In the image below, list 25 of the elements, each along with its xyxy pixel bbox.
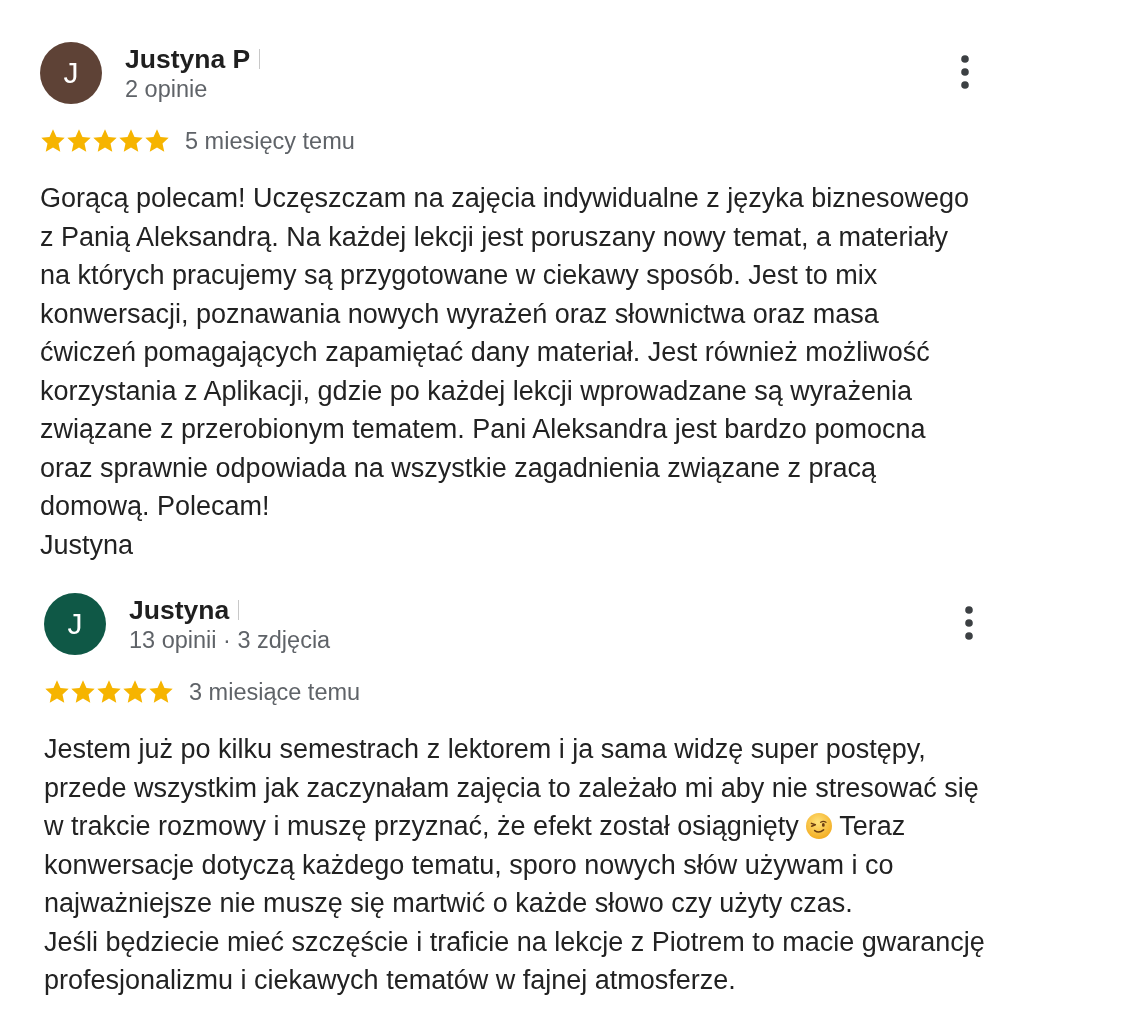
reviewer-stats: 2 opinie bbox=[125, 74, 209, 103]
star-icon bbox=[44, 679, 70, 705]
star-icon bbox=[96, 679, 122, 705]
review-text: Justyna bbox=[40, 528, 135, 562]
star-icon bbox=[148, 679, 174, 705]
star-icon bbox=[70, 679, 96, 705]
vertical-dots-icon bbox=[961, 55, 969, 89]
star-icon bbox=[40, 128, 66, 154]
star-icon bbox=[92, 128, 118, 154]
reviewer-name[interactable]: Justyna bbox=[129, 594, 230, 625]
star-icon bbox=[66, 128, 92, 154]
star-icon bbox=[118, 128, 144, 154]
avatar: J bbox=[44, 593, 106, 655]
avatar: J bbox=[40, 42, 102, 104]
review-text: Gorącą polecam! Uczęszczam na zajęcia indywidualne z języka biznesowego z Panią Aleksandrą. Na każdej lekcji jest poruszany nowy temat, a materiały na których pracujemy są przygotowane w ciekawy sposób. Jest to mix konwersacji, poznawania nowych wyrażeń oraz słownictwa oraz masa ćwiczeń pomagających zapamiętać dany materiał. Jest również możliwość korzystania z Aplikacji, gdzie po każdej lekcji wprowadzane są wyrażenia związane z przerobionym tematem. Pani Aleksandra jest bardzo pomocna oraz sprawnie odpowiada na wszystkie zagadnienia związane z pracą domową. Polecam! bbox=[40, 182, 970, 523]
review-text: Jestem już po kilku semestrach z lektorem i ja sama widzę super postępy, przede wszystkim jak zaczynałam zajęcia to zależało mi aby nie stresować się w trakcie rozmowy i muszę przyznać, że efekt został osiągnięty Teraz konwersacje dotyczą każdego tematu, sporo nowych słów używam i co najważniejsze nie muszę się martwić o każde słowo czy użyty czas. bbox=[44, 733, 980, 920]
review-text: Jeśli będziecie mieć szczęście i traficie na lekcje z Piotrem to macie gwarancję profesjonalizmu i ciekawych tematów w fajnej atmosferze. bbox=[44, 925, 985, 997]
review-date: 5 miesięcy temu bbox=[185, 127, 355, 155]
reviewer-name[interactable]: Justyna P bbox=[125, 43, 251, 74]
vertical-dots-icon bbox=[965, 606, 973, 640]
star-icon bbox=[144, 128, 170, 154]
star-icon bbox=[122, 679, 148, 705]
winking-face-icon bbox=[806, 813, 833, 839]
review-date: 3 miesiące temu bbox=[189, 678, 361, 706]
reviewer-stats: 13 opinii · 3 zdjęcia bbox=[129, 625, 331, 654]
